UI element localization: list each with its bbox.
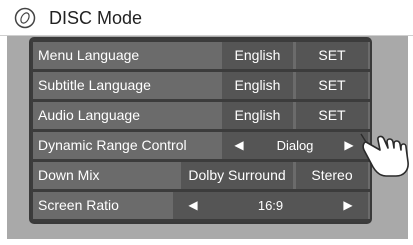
audio-language-value-button[interactable]: English (222, 102, 293, 129)
screen-ratio-row: Screen Ratio ◀ 16:9 ▶ (33, 192, 370, 219)
down-mix-dolby-surround-button[interactable]: Dolby Surround (181, 162, 293, 189)
menu-language-label: Menu Language (38, 47, 140, 63)
dynamic-range-next-button[interactable]: ▶ (339, 132, 359, 159)
audio-language-set-button[interactable]: SET (296, 102, 368, 129)
subtitle-language-value-button[interactable]: English (222, 72, 293, 99)
dynamic-range-value: Dialog (276, 138, 314, 153)
menu-language-value-button[interactable]: English (222, 42, 293, 69)
down-mix-stereo-button[interactable]: Stereo (296, 162, 368, 189)
menu-language-set-button[interactable]: SET (296, 42, 368, 69)
audio-language-row: Audio Language English SET (33, 102, 370, 129)
dynamic-range-control-row: Dynamic Range Control ◀ Dialog ▶ (33, 132, 370, 159)
screen: DISC Mode Menu Language English SET Subt… (0, 0, 413, 245)
disc-icon (14, 7, 36, 29)
subtitle-language-set-button[interactable]: SET (296, 72, 368, 99)
header-bar: DISC Mode (0, 0, 413, 36)
screen-ratio-next-button[interactable]: ▶ (338, 192, 358, 219)
subtitle-language-label: Subtitle Language (38, 77, 151, 93)
menu-language-row: Menu Language English SET (33, 42, 370, 69)
screen-ratio-value: 16:9 (257, 198, 284, 213)
screen-ratio-prev-button[interactable]: ◀ (183, 192, 203, 219)
subtitle-language-row: Subtitle Language English SET (33, 72, 370, 99)
dynamic-range-control-selector: ◀ Dialog ▶ (222, 132, 368, 159)
down-mix-label: Down Mix (38, 167, 100, 183)
down-mix-row: Down Mix Dolby Surround Stereo (33, 162, 370, 189)
audio-language-label: Audio Language (38, 107, 140, 123)
page-title: DISC Mode (49, 8, 143, 28)
settings-list: Menu Language English SET Subtitle Langu… (29, 37, 372, 224)
screen-ratio-label: Screen Ratio (38, 197, 119, 213)
dynamic-range-control-label: Dynamic Range Control (38, 137, 187, 153)
screen-ratio-selector: ◀ 16:9 ▶ (173, 192, 368, 219)
pointing-hand-icon (360, 133, 409, 177)
